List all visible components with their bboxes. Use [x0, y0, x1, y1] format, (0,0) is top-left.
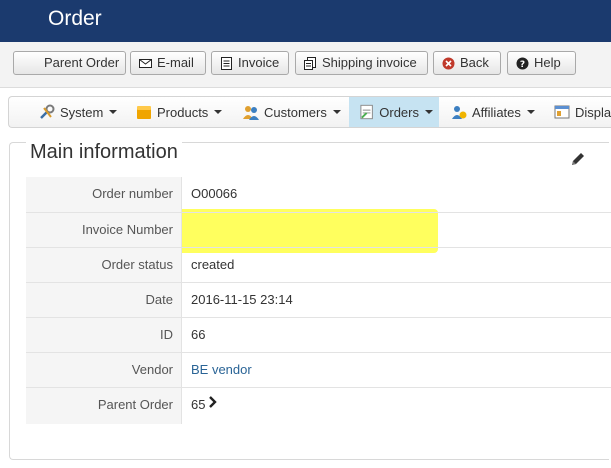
menu-item-display[interactable]: Displa: [548, 97, 611, 127]
menu-item-orders[interactable]: Orders: [349, 97, 439, 127]
menu-affiliates-label: Affiliates: [472, 104, 521, 120]
menu-item-affiliates[interactable]: Affiliates: [445, 97, 541, 127]
table-row: ID 66: [26, 317, 611, 352]
affiliates-icon: [452, 106, 467, 119]
chevron-down-icon: [425, 110, 433, 114]
menu-item-customers[interactable]: Customers: [237, 97, 347, 127]
invoice-button[interactable]: Invoice: [211, 51, 289, 75]
parent-order-number: 65: [191, 397, 206, 412]
shipping-invoice-label: Shipping invoice: [322, 55, 417, 70]
table-row: Vendor BE vendor: [26, 352, 611, 387]
users-icon: [243, 106, 259, 120]
shipping-invoice-button[interactable]: Shipping invoice: [295, 51, 428, 75]
display-icon: [554, 105, 570, 119]
vendor-link[interactable]: BE vendor: [191, 362, 252, 377]
menu-system-label: System: [60, 104, 104, 120]
vendor-label: Vendor: [26, 353, 182, 387]
svg-text:?: ?: [520, 60, 525, 70]
parent-order-field-label: Parent Order: [26, 388, 182, 424]
chevron-down-icon: [526, 110, 535, 114]
table-row: Order number O00066: [26, 177, 611, 212]
parent-order-button[interactable]: Parent Order: [13, 51, 126, 75]
table-row: Parent Order 65: [26, 387, 611, 424]
back-label: Back: [460, 55, 489, 70]
cancel-circle-icon: [442, 57, 455, 69]
order-status-label: Order status: [26, 248, 182, 282]
envelope-icon: [139, 58, 152, 68]
main-menu: System Products Customers Orders Affilia…: [8, 96, 611, 128]
question-circle-icon: ?: [516, 57, 529, 70]
id-value: 66: [191, 327, 206, 342]
help-button[interactable]: ? Help: [507, 51, 576, 75]
chevron-right-icon[interactable]: [208, 395, 218, 408]
date-label: Date: [26, 283, 182, 317]
menu-orders-label: Orders: [379, 104, 419, 120]
table-row: Date 2016-11-15 23:14: [26, 282, 611, 317]
back-button[interactable]: Back: [433, 51, 501, 75]
parent-order-label: Parent Order: [44, 55, 120, 70]
menu-item-products[interactable]: Products: [130, 97, 228, 127]
invoice-label: Invoice: [238, 55, 280, 70]
orders-icon: [360, 104, 373, 120]
parent-order-value: 65: [191, 388, 218, 421]
invoice-number-label: Invoice Number: [26, 213, 182, 247]
order-number-label: Order number: [26, 177, 182, 212]
toolbar: Parent Order E-mail Invoice Shipping inv…: [0, 42, 611, 88]
page-title: Order: [48, 7, 102, 30]
document-icon: [221, 56, 232, 70]
table-row: Invoice Number: [26, 212, 611, 247]
menu-products-label: Products: [157, 104, 209, 120]
chevron-down-icon: [109, 110, 118, 114]
menu-item-system[interactable]: System: [33, 97, 123, 127]
table-row: Order status created: [26, 247, 611, 282]
menu-display-label: Displa: [575, 104, 611, 120]
chevron-down-icon: [214, 110, 223, 114]
box-icon: [137, 106, 151, 119]
menu-customers-label: Customers: [264, 104, 327, 120]
vendor-value: BE vendor: [191, 353, 252, 386]
email-button[interactable]: E-mail: [130, 51, 206, 75]
help-label: Help: [534, 55, 561, 70]
order-details-table: Order number O00066 Invoice Number Order…: [26, 177, 611, 424]
wrench-icon: [40, 104, 55, 119]
order-status-value: created: [191, 257, 235, 272]
shipping-document-icon: [304, 56, 316, 70]
email-label: E-mail: [157, 55, 194, 70]
order-number-value: O00066: [191, 186, 238, 201]
id-label: ID: [26, 318, 182, 352]
main-information-legend: Main information: [26, 141, 182, 163]
chevron-down-icon: [332, 110, 341, 114]
date-value: 2016-11-15 23:14: [191, 292, 293, 307]
pencil-icon[interactable]: [570, 151, 586, 167]
title-bar: Order: [0, 0, 611, 42]
